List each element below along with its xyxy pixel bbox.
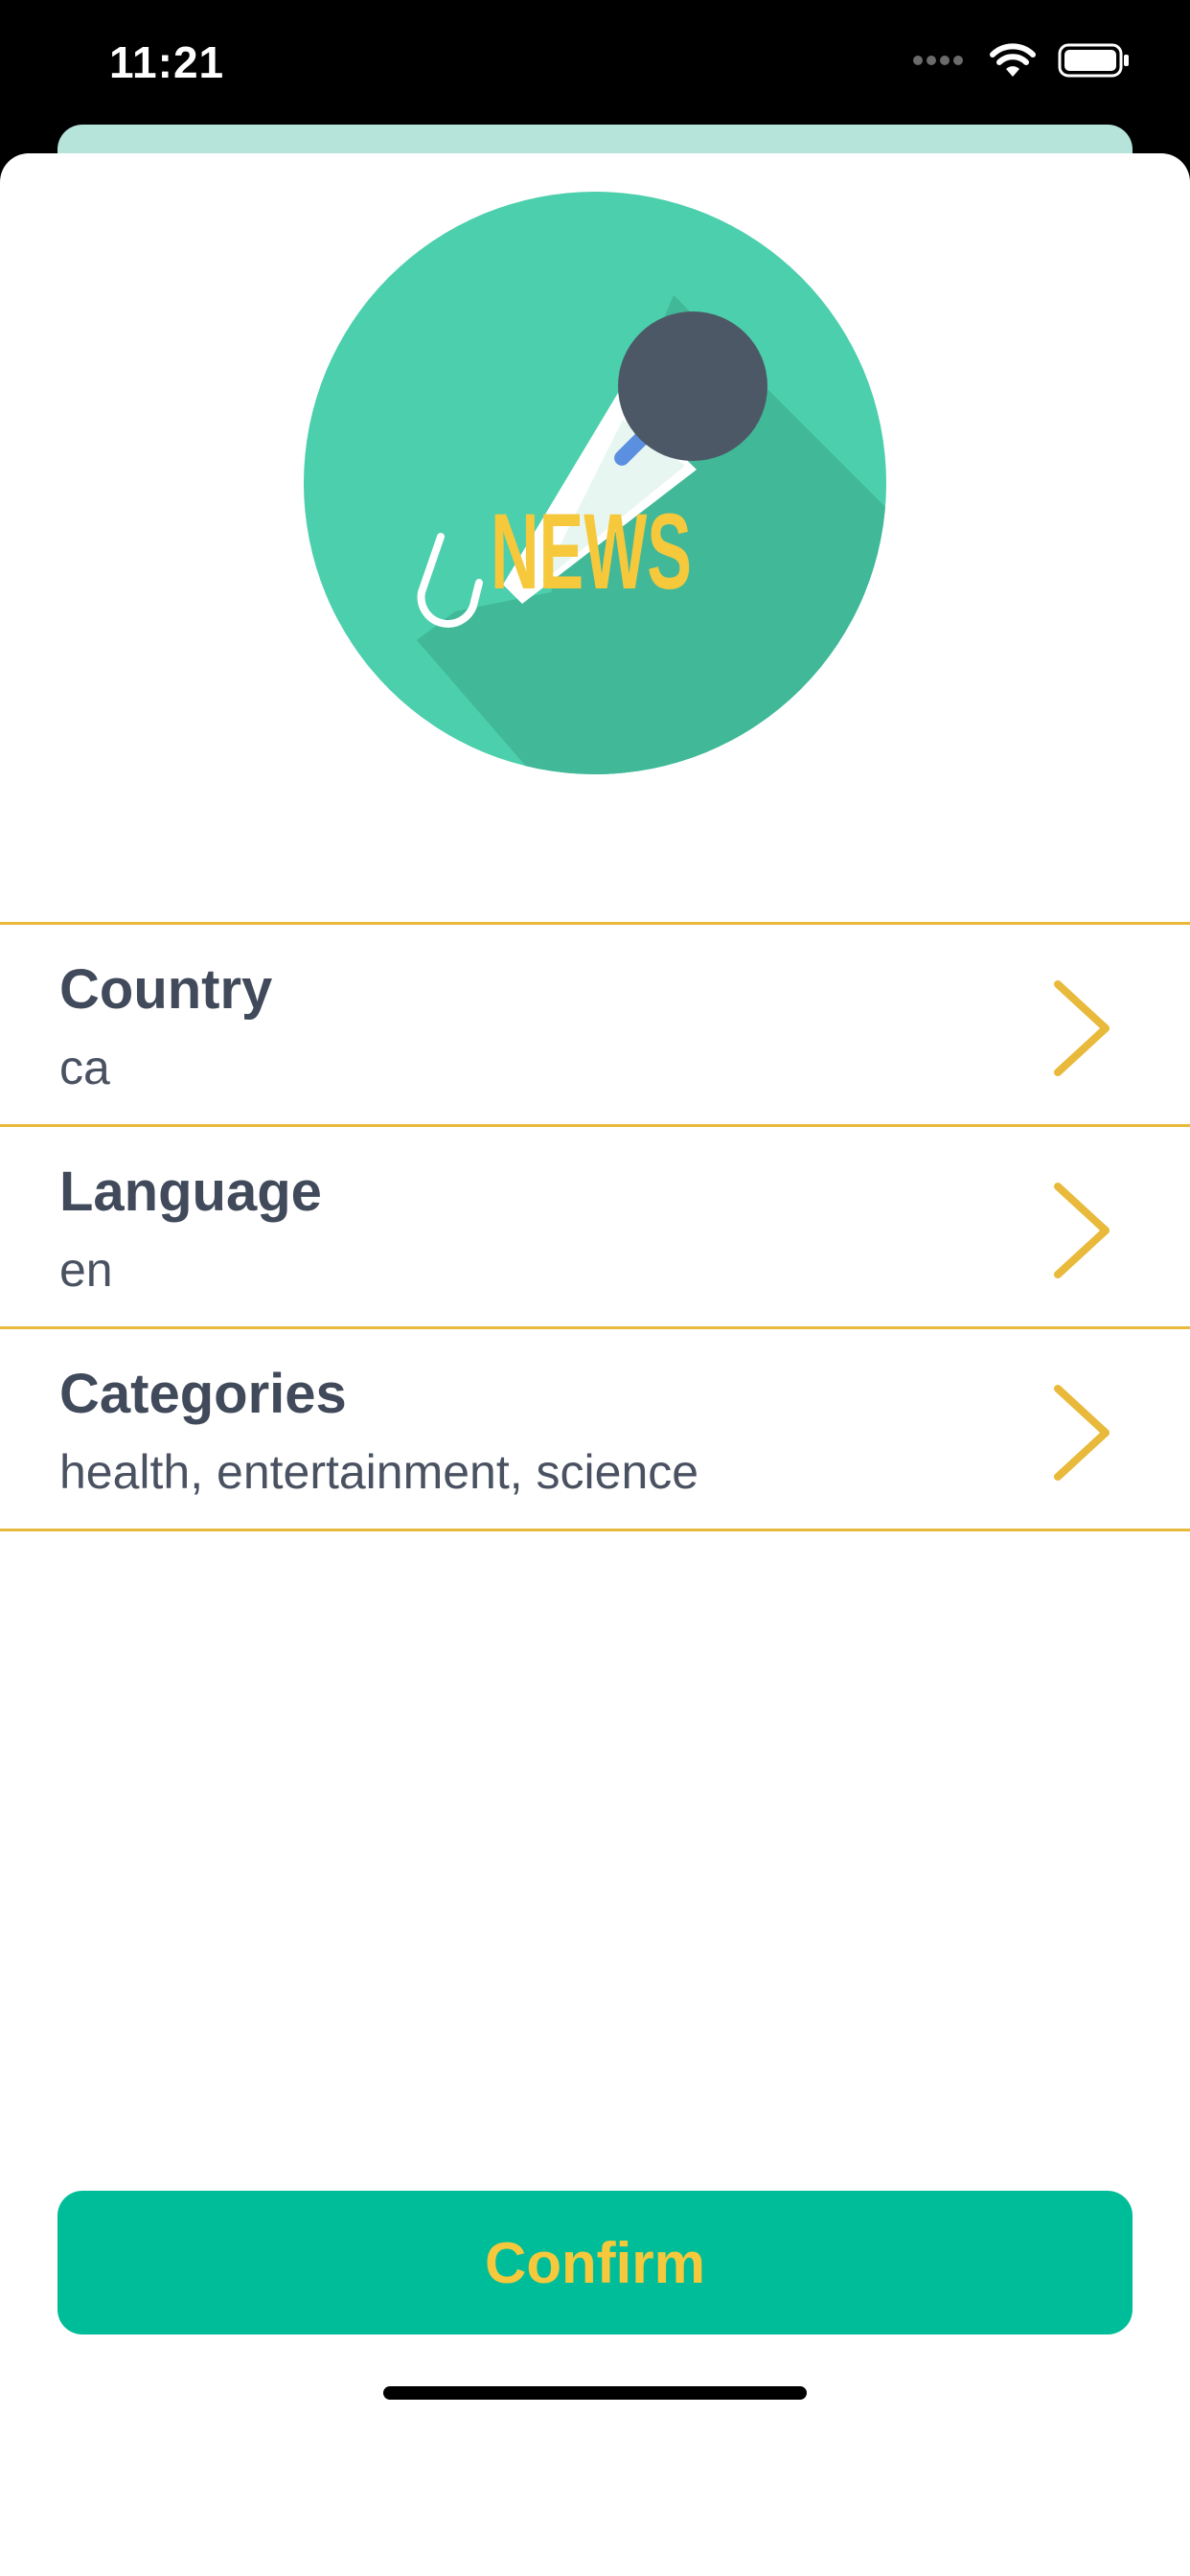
status-time: 11:21 [109, 37, 225, 87]
status-bar: 11:21 [0, 0, 1190, 134]
settings-row-categories[interactable]: Categories health, entertainment, scienc… [0, 1329, 1190, 1529]
chevron-right-icon[interactable] [1050, 978, 1113, 1078]
settings-row-country[interactable]: Country ca [0, 925, 1190, 1124]
row-title-country: Country [59, 958, 273, 1021]
logo-text: NEWS [491, 492, 692, 611]
row-title-categories: Categories [59, 1363, 347, 1425]
row-value-language: en [59, 1243, 113, 1297]
settings-list: Country ca Language en Categories health… [0, 922, 1190, 1531]
row-value-categories: health, entertainment, science [59, 1445, 699, 1499]
row-value-country: ca [59, 1041, 110, 1094]
news-logo: NEWS [302, 190, 888, 776]
divider [0, 1529, 1190, 1531]
wifi-icon [989, 42, 1037, 83]
row-title-language: Language [59, 1161, 322, 1223]
chevron-right-icon[interactable] [1050, 1383, 1113, 1483]
battery-icon [1058, 43, 1131, 82]
chevron-right-icon[interactable] [1050, 1181, 1113, 1280]
home-indicator [383, 2386, 807, 2400]
status-icons [912, 42, 1131, 83]
confirm-button[interactable]: Confirm [57, 2191, 1133, 2334]
settings-row-language[interactable]: Language en [0, 1127, 1190, 1326]
signal-dots-icon [912, 54, 968, 72]
